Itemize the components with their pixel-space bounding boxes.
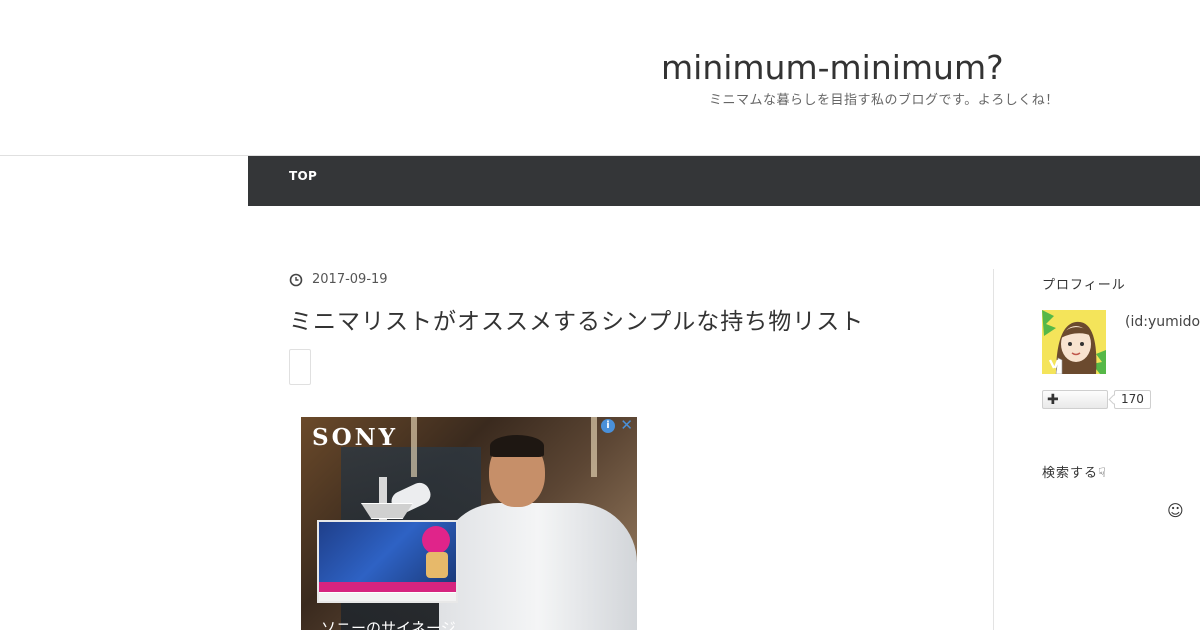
blog-header: minimum-minimum? ミニマムな暮らしを目指す私のブログです。よろし… xyxy=(0,0,1200,156)
blog-title[interactable]: minimum-minimum? xyxy=(661,48,1004,87)
ad-close-icon[interactable]: ✕ xyxy=(620,417,633,433)
social-share-button[interactable] xyxy=(289,349,311,385)
ad-light xyxy=(411,417,417,477)
ad-person-hair xyxy=(490,435,544,457)
smile-icon: ☺ xyxy=(1167,501,1184,520)
column-divider xyxy=(993,269,994,630)
advertisement-banner[interactable]: SONY i ✕ ソニーのサイネージ xyxy=(301,417,637,630)
avatar-illustration xyxy=(1042,310,1106,374)
follower-count: 170 xyxy=(1114,390,1151,409)
global-nav: TOP xyxy=(248,156,1200,206)
ad-caption: ソニーのサイネージ xyxy=(321,619,456,630)
ad-screen-bar xyxy=(319,582,456,592)
ad-light xyxy=(591,417,597,477)
profile-heading: プロフィール xyxy=(1042,278,1126,293)
clock-icon xyxy=(289,273,303,286)
search-heading: 検索する☟ xyxy=(1042,466,1107,481)
entry-title[interactable]: ミニマリストがオススメするシンプルな持ち物リスト xyxy=(289,302,864,336)
ad-signage-screen xyxy=(317,520,458,603)
follow-button[interactable]: ✚ xyxy=(1042,390,1108,409)
ad-screen-row xyxy=(319,593,456,601)
follow-widget: ✚ 170 xyxy=(1042,390,1151,409)
blog-description: ミニマムな暮らしを目指す私のブログです。よろしくね！ xyxy=(709,93,1059,108)
avatar[interactable] xyxy=(1042,310,1106,374)
ad-person-image xyxy=(439,503,637,630)
ad-screen-badge xyxy=(422,526,450,554)
ad-brand-logo: SONY xyxy=(312,424,399,451)
plus-icon: ✚ xyxy=(1047,391,1059,408)
entry-date-text[interactable]: 2017-09-19 xyxy=(312,272,388,287)
nav-item-top[interactable]: TOP xyxy=(289,169,317,183)
ad-choices-icon[interactable]: i xyxy=(601,419,615,433)
user-id[interactable]: (id:yumido xyxy=(1125,314,1200,330)
ad-screen-product xyxy=(426,552,448,578)
entry-date: 2017-09-19 xyxy=(289,272,388,287)
